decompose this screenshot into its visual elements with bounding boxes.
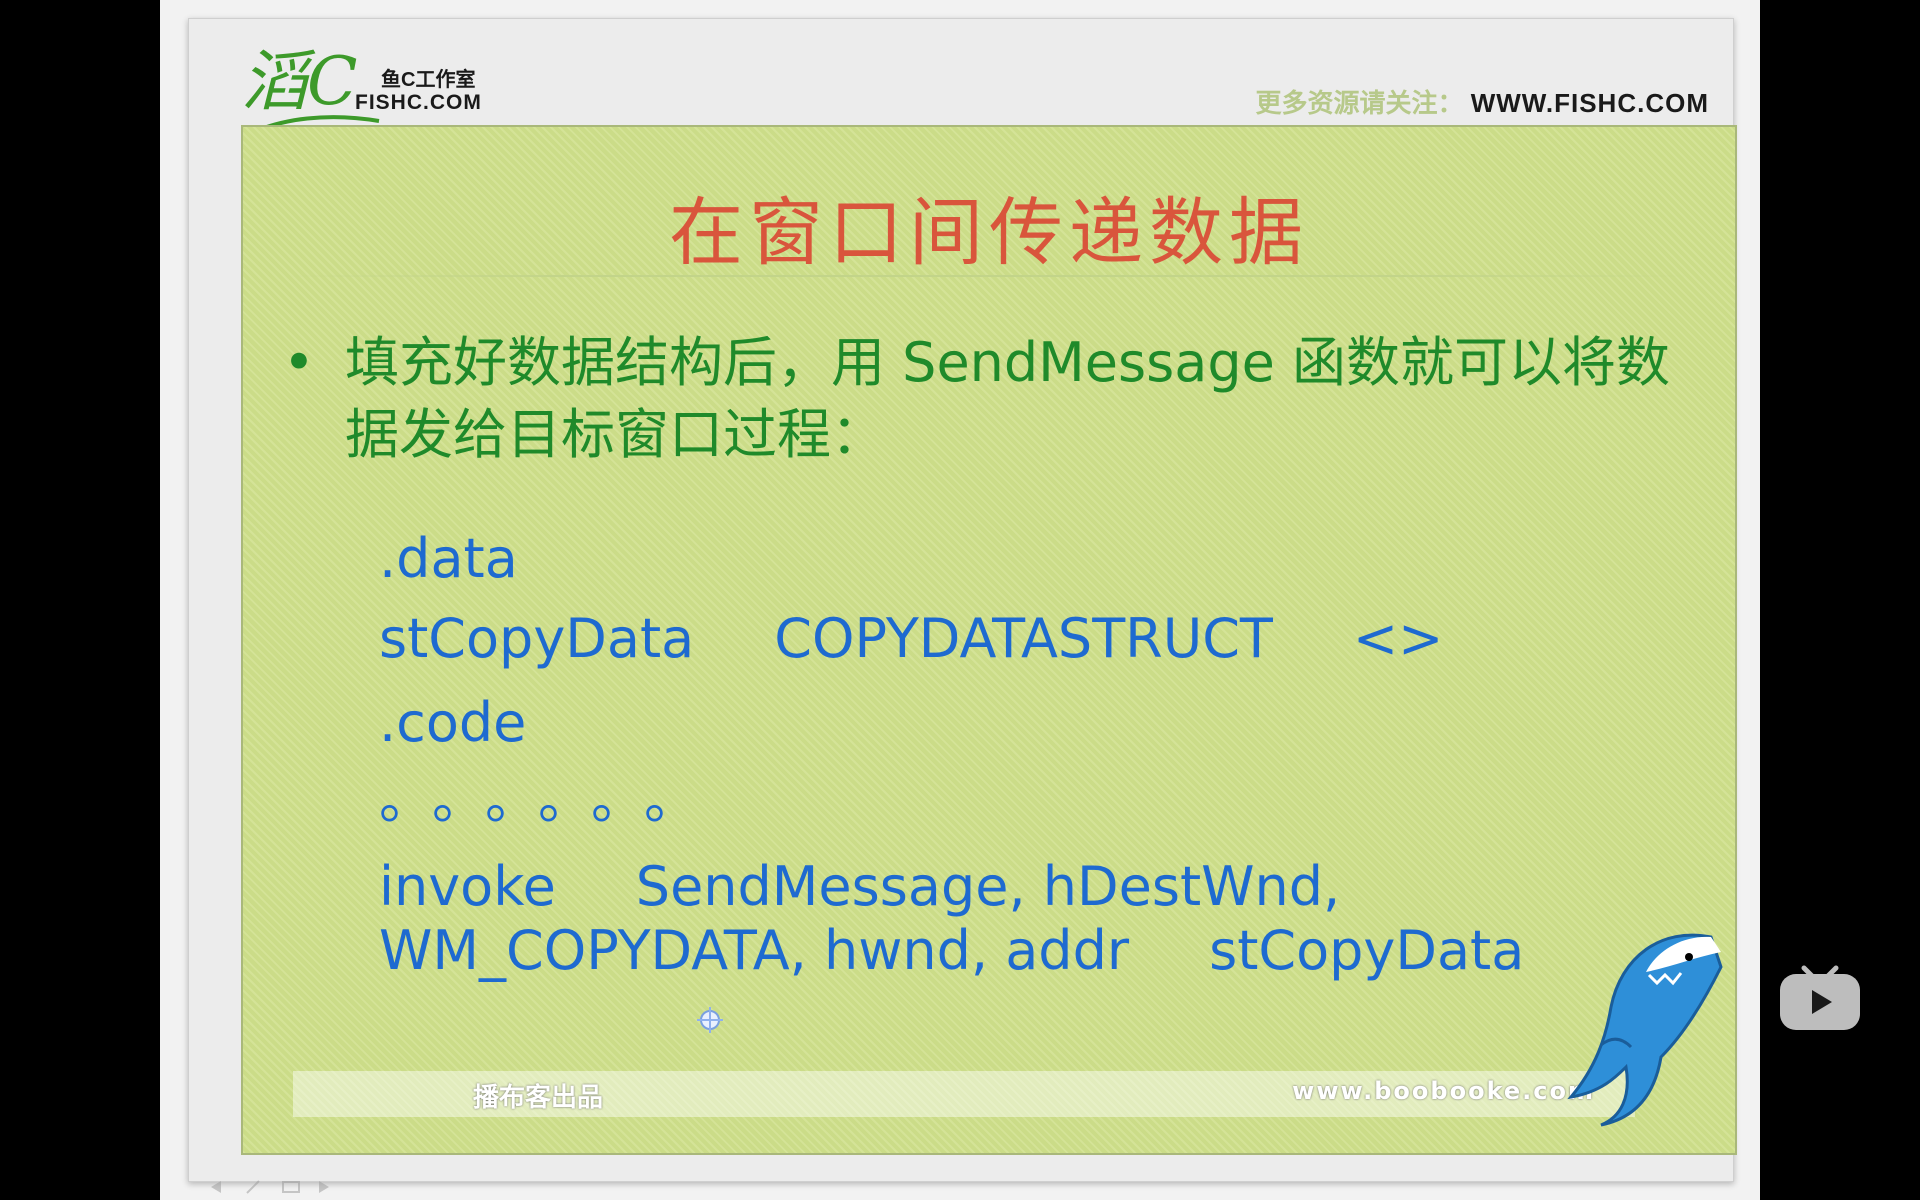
cursor-sparkle-icon: [697, 1007, 723, 1033]
code-line-struct: stCopyData COPYDATASTRUCT <>: [379, 607, 1443, 670]
slide-title: 在窗口间传递数据: [669, 190, 1309, 276]
code-line-data: .data: [379, 527, 518, 590]
banner-cn: 更多资源请关注：: [1255, 88, 1464, 118]
code-addr-var: stCopyData: [1209, 919, 1525, 982]
code-init: <>: [1352, 607, 1444, 670]
video-play-button[interactable]: [1778, 954, 1862, 1032]
video-play-icon: [1780, 965, 1860, 1030]
footer-producer: 播布客出品: [473, 1083, 604, 1113]
top-banner: 更多资源请关注： WWW.FISHC.COM: [1255, 83, 1709, 120]
code-struct-type: COPYDATASTRUCT: [774, 607, 1273, 670]
slide-nav-controls[interactable]: [207, 1177, 387, 1197]
code-var-name: stCopyData: [379, 607, 695, 670]
logo-cn-text: 鱼C工作室: [381, 69, 476, 91]
code-line-code: .code: [379, 691, 527, 754]
footer-bar: 播布客出品 www.boobooke.com: [293, 1071, 1635, 1117]
bullet-text: 填充好数据结构后，用 SendMessage 函数就可以将数据发给目标窗口过程：: [345, 331, 1671, 466]
bullet-dot: •: [283, 331, 315, 394]
slide-frame: 滔C 鱼C工作室 FISHC.COM 更多资源请关注： WWW.FISHC.CO…: [160, 0, 1760, 1200]
code-invoke: invoke: [379, 855, 556, 918]
footer-url: www.boobooke.com: [1292, 1077, 1595, 1105]
code-args: WM_COPYDATA, hwnd, addr: [379, 919, 1130, 982]
code-line-invoke: invoke SendMessage, hDestWnd,: [379, 855, 1340, 918]
code-line-args: WM_COPYDATA, hwnd, addr stCopyData: [379, 919, 1524, 982]
logo-en-text: FISHC.COM: [355, 91, 482, 114]
content-panel: 在窗口间传递数据 • 填充好数据结构后，用 SendMessage 函数就可以将…: [241, 125, 1737, 1155]
code-sendmessage: SendMessage, hDestWnd,: [635, 855, 1341, 918]
logo-mark: 滔C: [241, 43, 358, 120]
shark-mascot-icon: [1567, 933, 1723, 1127]
code-line-ellipsis: 。。。。。。: [379, 768, 724, 831]
title-divider: [283, 275, 1695, 277]
slide-card: 滔C 鱼C工作室 FISHC.COM 更多资源请关注： WWW.FISHC.CO…: [188, 18, 1737, 1194]
banner-url: WWW.FISHC.COM: [1470, 88, 1709, 118]
